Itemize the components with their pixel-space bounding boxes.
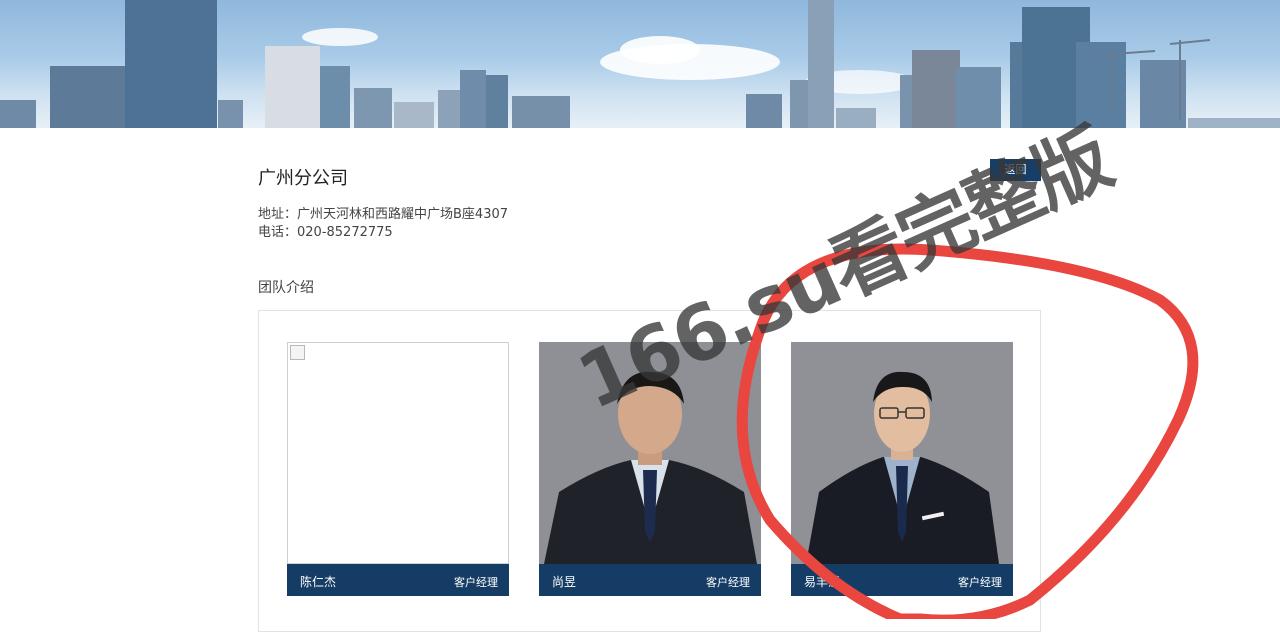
member-role: 客户经理 — [706, 576, 750, 589]
member-info-bar: 易丰慧 客户经理 — [791, 564, 1013, 596]
member-info-bar: 尚昱 客户经理 — [539, 564, 761, 596]
member-photo — [539, 342, 761, 564]
team-member-card[interactable]: 陈仁杰 客户经理 — [287, 342, 509, 596]
team-member-card[interactable]: 易丰慧 客户经理 — [791, 342, 1013, 596]
member-role: 客户经理 — [454, 576, 498, 589]
member-name: 尚昱 — [552, 575, 577, 589]
page-title: 广州分公司 — [258, 168, 348, 189]
member-role: 客户经理 — [958, 576, 1002, 589]
contact-info: 地址：广州天河林和西路耀中广场B座4307 电话：020-85272775 — [258, 206, 508, 242]
city-skyline-banner — [0, 0, 1280, 128]
team-member-card[interactable]: 尚昱 客户经理 — [539, 342, 761, 596]
phone-text: 电话：020-85272775 — [258, 225, 393, 240]
member-name: 易丰慧 — [804, 575, 841, 589]
back-button[interactable]: 返回 — [990, 159, 1041, 181]
team-list: 陈仁杰 客户经理 尚昱 客户经理 易丰慧 客户经理 — [258, 310, 1041, 632]
member-photo — [791, 342, 1013, 564]
member-photo-placeholder — [287, 342, 509, 564]
member-info-bar: 陈仁杰 客户经理 — [287, 564, 509, 596]
member-name: 陈仁杰 — [300, 575, 337, 589]
broken-image-icon — [290, 345, 305, 360]
team-heading: 团队介绍 — [258, 280, 314, 296]
address-text: 地址：广州天河林和西路耀中广场B座4307 — [258, 207, 509, 222]
